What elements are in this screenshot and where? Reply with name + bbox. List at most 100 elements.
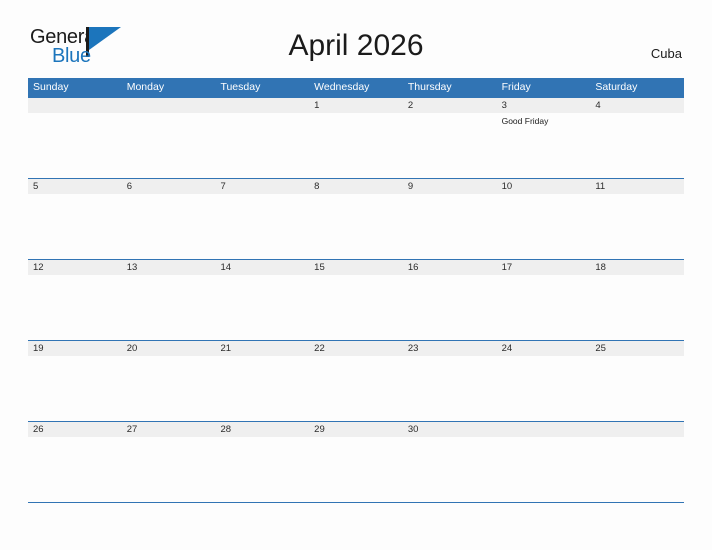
- day-cell[interactable]: [590, 422, 684, 437]
- day-cell[interactable]: 19: [28, 341, 122, 356]
- week-date-band: 5 6 7 8 9 10 11: [28, 179, 684, 194]
- event-cell[interactable]: [497, 356, 591, 420]
- event-cell[interactable]: [590, 275, 684, 339]
- week-events-row: [28, 356, 684, 420]
- week-date-band: 26 27 28 29 30: [28, 422, 684, 437]
- event-cell[interactable]: [403, 275, 497, 339]
- day-number: 13: [126, 262, 138, 273]
- event-cell[interactable]: [215, 356, 309, 420]
- event-cell[interactable]: [122, 275, 216, 339]
- event-cell[interactable]: [122, 356, 216, 420]
- day-number: 24: [501, 343, 513, 354]
- event-cell[interactable]: [590, 437, 684, 501]
- day-cell[interactable]: 4: [590, 98, 684, 113]
- week-date-band: 19 20 21 22 23 24 25: [28, 341, 684, 356]
- event-cell[interactable]: [403, 194, 497, 258]
- event-cell[interactable]: Good Friday: [497, 113, 591, 177]
- day-cell[interactable]: 12: [28, 260, 122, 275]
- day-cell[interactable]: 29: [309, 422, 403, 437]
- event-cell[interactable]: [403, 113, 497, 177]
- week-date-band: 12 13 14 15 16 17 18: [28, 260, 684, 275]
- day-number: 28: [220, 424, 232, 435]
- day-cell[interactable]: 23: [403, 341, 497, 356]
- event-cell[interactable]: [122, 437, 216, 501]
- day-number: 9: [407, 181, 414, 192]
- day-cell[interactable]: 30: [403, 422, 497, 437]
- weekday-header-wednesday: Wednesday: [314, 81, 370, 93]
- event-cell[interactable]: [28, 437, 122, 501]
- week-row: 19 20 21 22 23 24 25: [28, 340, 684, 421]
- week-events-row: [28, 194, 684, 258]
- event-cell[interactable]: [215, 437, 309, 501]
- event-cell[interactable]: [215, 194, 309, 258]
- event-cell[interactable]: [309, 113, 403, 177]
- day-cell[interactable]: 22: [309, 341, 403, 356]
- day-cell[interactable]: 6: [122, 179, 216, 194]
- event-label: Good Friday: [501, 116, 549, 126]
- event-cell[interactable]: [497, 275, 591, 339]
- event-cell[interactable]: [309, 356, 403, 420]
- event-cell[interactable]: [590, 194, 684, 258]
- day-cell[interactable]: 13: [122, 260, 216, 275]
- day-cell[interactable]: 17: [497, 260, 591, 275]
- event-cell[interactable]: [590, 356, 684, 420]
- day-cell[interactable]: 16: [403, 260, 497, 275]
- day-cell[interactable]: [122, 98, 216, 113]
- day-cell[interactable]: 27: [122, 422, 216, 437]
- week-events-row: [28, 437, 684, 501]
- event-cell[interactable]: [122, 194, 216, 258]
- week-row: 26 27 28 29 30: [28, 421, 684, 502]
- day-cell[interactable]: 14: [215, 260, 309, 275]
- day-cell[interactable]: 28: [215, 422, 309, 437]
- day-cell[interactable]: 21: [215, 341, 309, 356]
- calendar-bottom-border: [28, 502, 684, 503]
- day-cell[interactable]: 5: [28, 179, 122, 194]
- day-cell[interactable]: 18: [590, 260, 684, 275]
- day-cell[interactable]: [28, 98, 122, 113]
- event-cell[interactable]: [28, 275, 122, 339]
- event-cell[interactable]: [309, 437, 403, 501]
- day-number: 3: [501, 100, 507, 111]
- weekday-header-tuesday: Tuesday: [220, 81, 261, 93]
- event-cell[interactable]: [122, 113, 216, 177]
- day-cell[interactable]: 15: [309, 260, 403, 275]
- day-cell[interactable]: 10: [497, 179, 591, 194]
- event-cell[interactable]: [497, 437, 591, 501]
- day-number: 29: [314, 424, 325, 435]
- day-number: 6: [126, 181, 133, 192]
- day-number: 1: [314, 100, 320, 111]
- day-number: 22: [314, 343, 325, 354]
- day-cell[interactable]: 2: [403, 98, 497, 113]
- day-number: 19: [33, 343, 44, 354]
- event-cell[interactable]: [215, 113, 309, 177]
- week-events-row: Good Friday: [28, 113, 684, 177]
- calendar-table: Sunday Monday Tuesday Wednesday Thursday…: [28, 78, 684, 503]
- day-cell[interactable]: 20: [122, 341, 216, 356]
- day-number: 10: [501, 181, 513, 192]
- day-cell[interactable]: [215, 98, 309, 113]
- day-cell[interactable]: 11: [590, 179, 684, 194]
- event-cell[interactable]: [590, 113, 684, 177]
- week-row: 12 13 14 15 16 17 18: [28, 259, 684, 340]
- day-number: 20: [126, 343, 138, 354]
- event-cell[interactable]: [215, 275, 309, 339]
- day-cell[interactable]: [497, 422, 591, 437]
- day-number: 8: [314, 181, 320, 192]
- day-cell[interactable]: 3: [497, 98, 591, 113]
- day-cell[interactable]: 24: [497, 341, 591, 356]
- event-cell[interactable]: [403, 437, 497, 501]
- day-cell[interactable]: 26: [28, 422, 122, 437]
- day-cell[interactable]: 7: [215, 179, 309, 194]
- event-cell[interactable]: [309, 194, 403, 258]
- day-cell[interactable]: 8: [309, 179, 403, 194]
- event-cell[interactable]: [28, 194, 122, 258]
- event-cell[interactable]: [497, 194, 591, 258]
- event-cell[interactable]: [403, 356, 497, 420]
- weekday-header-monday: Monday: [126, 81, 165, 93]
- event-cell[interactable]: [28, 356, 122, 420]
- day-cell[interactable]: 1: [309, 98, 403, 113]
- day-cell[interactable]: 9: [403, 179, 497, 194]
- event-cell[interactable]: [309, 275, 403, 339]
- event-cell[interactable]: [28, 113, 122, 177]
- day-cell[interactable]: 25: [590, 341, 684, 356]
